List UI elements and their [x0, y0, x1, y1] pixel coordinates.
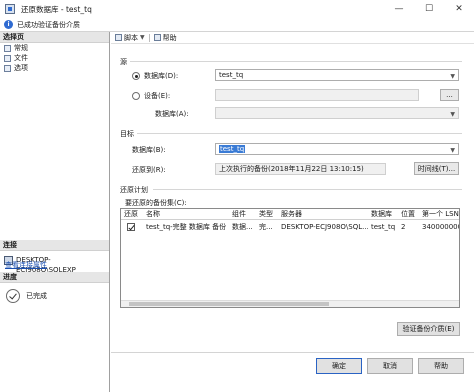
page-options[interactable]: 选项 — [0, 63, 109, 73]
page-icon — [4, 64, 11, 72]
source-database-radio-label: 数据库(D): — [144, 72, 179, 80]
source-device-radio[interactable]: 设备(E): — [132, 91, 170, 101]
title-bar: 还原数据库 - test_tq — ☐ ✕ — [0, 0, 474, 18]
page-files-label: 文件 — [14, 54, 28, 62]
source-device-radio-label: 设备(E): — [144, 92, 171, 100]
timeline-button[interactable]: 时间线(T)... — [414, 162, 459, 175]
radio-selected-icon — [132, 72, 140, 80]
column-header-server[interactable]: 服务器 — [278, 209, 368, 219]
script-button[interactable]: 脚本 ▼ — [115, 33, 145, 43]
radio-unselected-icon — [132, 92, 140, 100]
script-label: 脚本 — [124, 33, 138, 42]
status-message: 已成功验证备份介质 — [17, 20, 80, 29]
target-database-input[interactable]: test_tq ▼ — [215, 143, 459, 155]
page-icon — [4, 44, 11, 52]
help-toolbar-label: 帮助 — [162, 33, 177, 42]
cell-server: DESKTOP-ECJ908O\SQL... — [281, 222, 368, 231]
left-pane: 选择页 常规 文件 选项 连接 DESKTOP-ECJ908O\SQLEXP R… — [0, 32, 110, 392]
device-database-select[interactable]: ▼ — [215, 107, 459, 119]
cell-name: test_tq-完整 数据库 备份 — [146, 222, 227, 231]
script-icon — [115, 34, 122, 41]
browse-device-button[interactable]: ... — [440, 89, 459, 101]
target-divider — [137, 133, 462, 134]
chevron-down-icon: ▼ — [450, 111, 455, 118]
cell-first-lsn: 340000000 — [422, 222, 460, 231]
restore-plan-divider — [153, 189, 462, 190]
source-heading: 源 — [120, 58, 127, 66]
page-icon — [4, 54, 11, 62]
page-files[interactable]: 文件 — [0, 53, 109, 63]
toolbar-separator — [148, 33, 150, 42]
column-header-database[interactable]: 数据库 — [368, 209, 398, 219]
select-page-header: 选择页 — [0, 32, 109, 43]
view-connection-properties-link[interactable]: 查看连接属性 — [5, 260, 47, 270]
ok-button[interactable]: 确定 — [316, 358, 362, 374]
restore-to-field: 上次执行的备份(2018年11月22日 13:10:15) — [215, 163, 386, 175]
footer-divider — [111, 352, 474, 353]
device-database-label: 数据库(A): — [155, 110, 189, 118]
column-header-type[interactable]: 类型 — [256, 209, 278, 219]
target-heading: 目标 — [120, 130, 134, 138]
checkbox-checked-icon[interactable] — [127, 223, 135, 231]
table-row[interactable]: test_tq-完整 数据库 备份 数据... 完... DESKTOP-ECJ… — [121, 220, 459, 234]
help-icon — [153, 34, 161, 41]
source-database-radio[interactable]: 数据库(D): — [132, 71, 178, 81]
toolbar: 脚本 ▼ 帮助 — [111, 32, 474, 44]
close-button[interactable]: ✕ — [444, 0, 474, 18]
source-device-field[interactable] — [215, 89, 419, 101]
horizontal-scrollbar[interactable] — [121, 300, 459, 307]
window-title: 还原数据库 - test_tq — [21, 4, 92, 14]
help-button[interactable]: 帮助 — [418, 358, 464, 374]
connection-header: 连接 — [0, 240, 109, 251]
status-strip: i 已成功验证备份介质 — [0, 18, 474, 32]
cell-position: 2 — [401, 222, 406, 231]
completed-check-icon — [6, 289, 20, 303]
cell-database: test_tq — [371, 222, 396, 231]
chevron-down-icon: ▼ — [450, 73, 455, 80]
progress-section: 进度 已完成 — [0, 272, 109, 303]
chevron-down-icon[interactable]: ▼ — [140, 34, 145, 41]
target-database-label: 数据库(B): — [132, 146, 166, 154]
restore-checkbox-cell[interactable] — [121, 223, 143, 231]
column-header-first-lsn[interactable]: 第一个 LSN — [419, 209, 459, 219]
column-header-component[interactable]: 组件 — [229, 209, 256, 219]
chevron-down-icon: ▼ — [450, 147, 455, 154]
source-divider — [130, 61, 462, 62]
progress-header: 进度 — [0, 272, 109, 283]
restore-to-label: 还原到(R): — [132, 166, 166, 174]
scrollbar-thumb[interactable] — [129, 302, 329, 306]
column-header-restore[interactable]: 还原 — [121, 209, 143, 219]
page-options-label: 选项 — [14, 64, 28, 72]
database-restore-icon — [5, 4, 15, 14]
column-header-position[interactable]: 位置 — [398, 209, 419, 219]
cell-type: 完... — [259, 222, 273, 231]
verify-backup-media-button[interactable]: 验证备份介质(E) — [397, 322, 460, 336]
backup-sets-grid: 还原 名称 组件 类型 服务器 数据库 位置 第一个 LSN test_tq-完… — [120, 208, 460, 308]
maximize-button[interactable]: ☐ — [414, 0, 444, 18]
help-toolbar-button[interactable]: 帮助 — [153, 33, 177, 43]
cancel-button[interactable]: 取消 — [367, 358, 413, 374]
info-icon: i — [4, 20, 13, 29]
source-database-value: test_tq — [219, 71, 244, 79]
backup-sets-label: 要还原的备份集(C): — [125, 199, 187, 207]
grid-header: 还原 名称 组件 类型 服务器 数据库 位置 第一个 LSN — [121, 209, 459, 220]
restore-plan-heading: 还原计划 — [120, 186, 148, 194]
page-general[interactable]: 常规 — [0, 43, 109, 53]
restore-to-value: 上次执行的备份(2018年11月22日 13:10:15) — [219, 165, 364, 173]
progress-status: 已完成 — [26, 292, 47, 300]
target-database-value: test_tq — [219, 145, 246, 153]
cell-component: 数据... — [232, 222, 253, 231]
column-header-name[interactable]: 名称 — [143, 209, 229, 219]
source-database-select[interactable]: test_tq ▼ — [215, 69, 459, 81]
minimize-button[interactable]: — — [384, 0, 414, 18]
page-general-label: 常规 — [14, 44, 28, 52]
